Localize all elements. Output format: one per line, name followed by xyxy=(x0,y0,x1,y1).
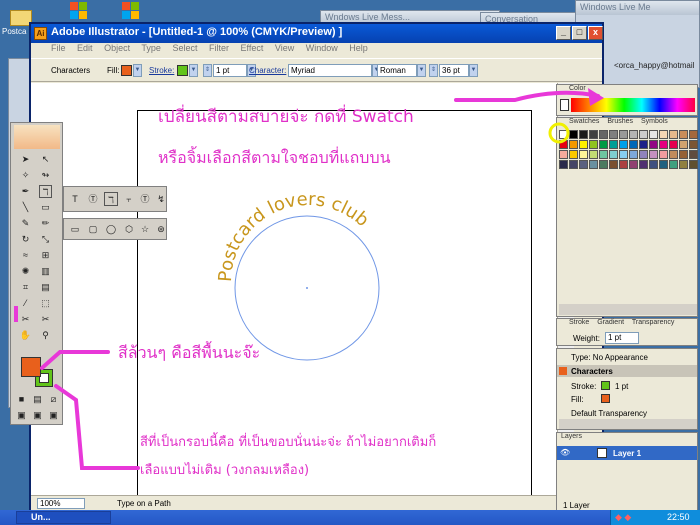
taskbar-task-button[interactable]: Un... xyxy=(16,511,111,524)
annotation-arrows xyxy=(14,88,604,470)
taskbar: Un... ◆ ◆ 22:50 xyxy=(0,510,700,525)
arrow-head-spectrum xyxy=(588,88,604,106)
taskbar-task-label: Un... xyxy=(31,512,51,522)
none-swatch-highlight xyxy=(548,122,570,144)
tray-icons[interactable]: ◆ ◆ xyxy=(615,512,631,523)
arrow-to-fill xyxy=(40,350,110,370)
arrow-to-stroke xyxy=(54,384,140,470)
arrow-to-spectrum xyxy=(454,90,600,102)
system-tray: ◆ ◆ 22:50 xyxy=(610,510,700,525)
pink-marker xyxy=(14,306,18,322)
clock: 22:50 xyxy=(667,512,690,522)
